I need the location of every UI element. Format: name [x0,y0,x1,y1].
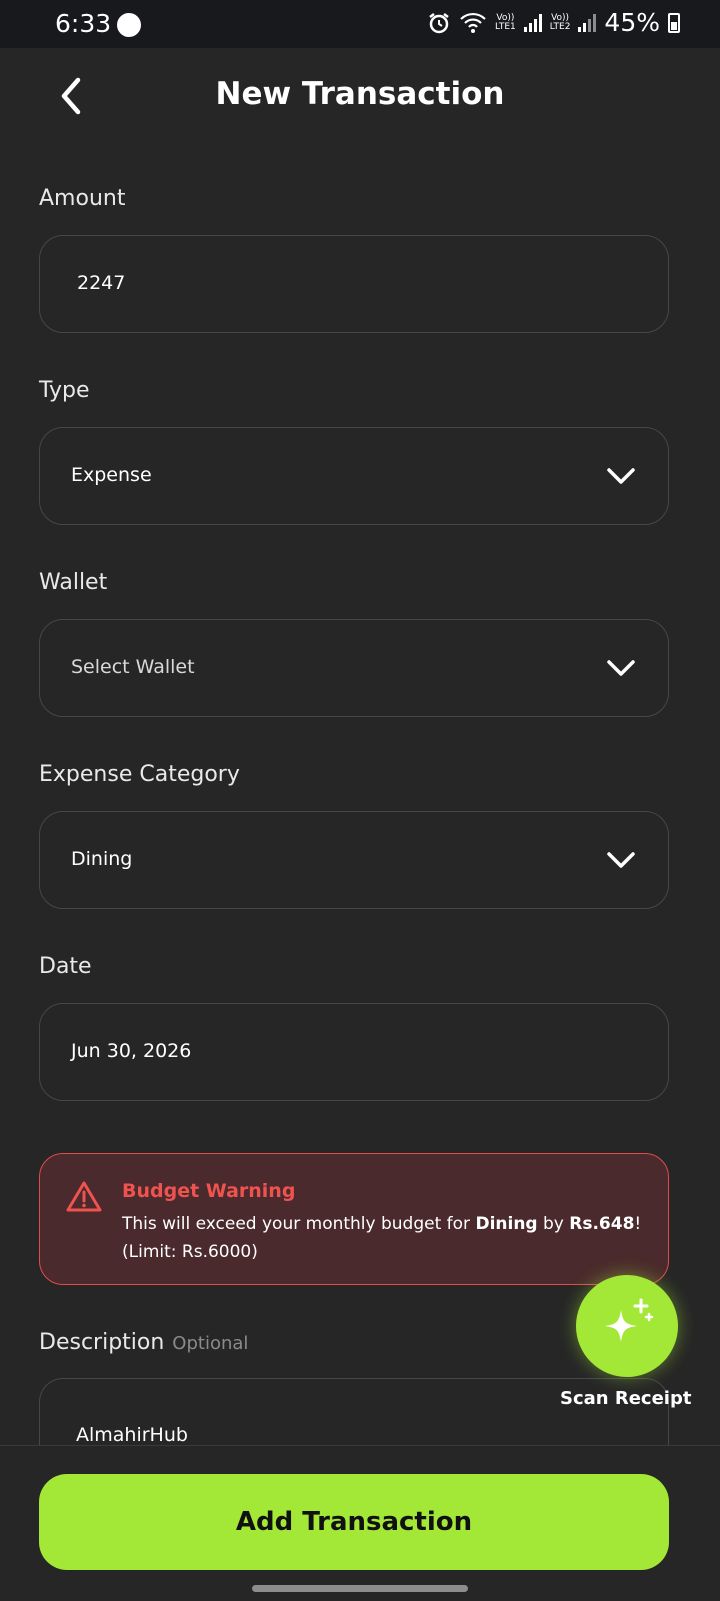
app-notification-icon [117,13,141,37]
status-icons: Vo)) LTE1 Vo)) LTE2 45% [427,8,680,37]
alarm-icon [429,12,449,33]
warning-triangle-icon [66,1181,102,1212]
date-value: Jun 30, 2026 [71,1040,192,1062]
amount-value: 2247 [77,272,126,294]
battery-icon [668,12,680,33]
status-bar: 6:33 Vo)) LTE1 Vo)) LTE2 45% [0,0,720,48]
sim2-indicator: Vo)) LTE2 [549,12,571,32]
sparkle-icon [605,1298,654,1342]
type-label: Type [39,378,90,403]
category-value: Dining [71,848,133,870]
type-value: Expense [71,464,152,486]
signal-icon-1 [523,13,542,32]
bottom-bar: Add Transaction [0,1445,720,1601]
status-time: 6:33 [55,9,112,38]
description-value: AlmahirHub [76,1424,188,1446]
add-transaction-button[interactable]: Add Transaction [39,1474,669,1570]
warning-amount: Rs.648 [569,1214,635,1234]
scan-receipt-label: Scan Receipt [560,1388,692,1409]
warning-title: Budget Warning [122,1180,296,1202]
chevron-down-icon [607,852,635,868]
description-label: Description Optional [39,1330,249,1355]
date-picker[interactable]: Jun 30, 2026 [39,1003,669,1101]
category-select[interactable]: Dining [39,811,669,909]
page-title: New Transaction [215,76,505,112]
scan-receipt-button[interactable] [576,1275,678,1377]
wallet-select[interactable]: Select Wallet [39,619,669,717]
wallet-label: Wallet [39,570,108,595]
warning-message: This will exceed your monthly budget for… [122,1214,642,1262]
wifi-icon [460,12,486,33]
category-label: Expense Category [39,762,240,787]
optional-tag: Optional [172,1333,249,1354]
sim1-indicator: Vo)) LTE1 [495,12,516,32]
chevron-down-icon [607,468,635,484]
battery-percent: 45% [604,8,660,37]
home-indicator[interactable] [252,1585,468,1592]
date-label: Date [39,954,92,979]
app-header: New Transaction [0,48,720,144]
wallet-placeholder: Select Wallet [71,656,195,678]
signal-icon-2 [578,13,597,32]
amount-label: Amount [39,186,126,211]
warning-category: Dining [475,1214,538,1234]
chevron-down-icon [607,660,635,676]
amount-input[interactable]: 2247 [39,235,669,333]
type-select[interactable]: Expense [39,427,669,525]
budget-warning: Budget Warning This will exceed your mon… [39,1153,669,1285]
